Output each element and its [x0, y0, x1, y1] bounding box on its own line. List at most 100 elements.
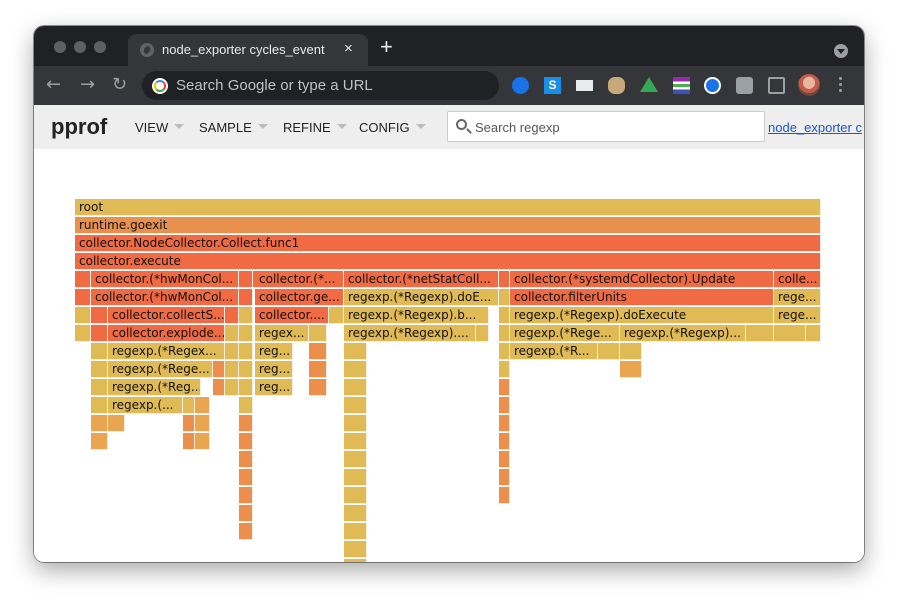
flame-frame[interactable]: root — [75, 199, 821, 216]
flame-frame[interactable] — [499, 433, 510, 450]
flame-frame[interactable] — [213, 379, 225, 396]
flame-frame[interactable] — [344, 433, 367, 450]
flame-frame[interactable] — [309, 325, 327, 342]
flame-frame[interactable] — [91, 379, 108, 396]
flame-frame[interactable]: regexp.(*Regexp)... — [620, 325, 746, 342]
flame-frame[interactable] — [476, 325, 489, 342]
google-drive-icon[interactable] — [640, 77, 658, 92]
profile-title-link[interactable]: node_exporter c — [768, 120, 862, 135]
flame-frame[interactable] — [499, 307, 510, 324]
flame-frame[interactable]: regexp.(*Reg... — [108, 379, 201, 396]
flame-frame[interactable] — [239, 307, 253, 324]
flame-frame[interactable]: reg... — [255, 361, 293, 378]
flame-frame[interactable]: regexp.(*Regex... — [108, 343, 225, 360]
flame-frame[interactable]: collector.(*hwMonCol... — [91, 271, 239, 288]
close-tab-icon[interactable]: × — [344, 40, 353, 57]
flame-frame[interactable] — [806, 325, 821, 342]
reload-button[interactable]: ↻ — [112, 75, 127, 95]
flame-frame[interactable] — [344, 361, 367, 378]
flame-frame[interactable]: collector.(*... — [255, 271, 344, 288]
flame-frame[interactable] — [239, 523, 253, 540]
flame-frame[interactable] — [499, 325, 510, 342]
flame-frame[interactable] — [91, 343, 108, 360]
flame-frame[interactable] — [75, 325, 91, 342]
mask-extension-icon[interactable] — [608, 77, 625, 94]
flame-frame[interactable]: regexp.(*Regexp).doE... — [344, 289, 499, 306]
flame-frame[interactable]: regexp.(*Regexp).doExecute — [510, 307, 774, 324]
flame-frame[interactable] — [239, 379, 253, 396]
flame-frame[interactable] — [499, 379, 510, 396]
flame-frame[interactable]: reg... — [255, 379, 293, 396]
flame-frame[interactable] — [183, 433, 195, 450]
flame-frame[interactable] — [75, 289, 91, 306]
flame-frame[interactable] — [183, 397, 195, 414]
pprof-logo[interactable]: pprof — [51, 114, 107, 140]
menu-sample[interactable]: SAMPLE — [199, 120, 268, 135]
flame-frame[interactable] — [499, 361, 510, 378]
flame-frame[interactable]: collector.execute — [75, 253, 821, 270]
flame-frame[interactable]: colle... — [774, 271, 821, 288]
flame-frame[interactable] — [309, 361, 327, 378]
puzzle-extensions-icon[interactable] — [736, 77, 753, 94]
flame-frame[interactable] — [225, 307, 239, 324]
flame-frame[interactable] — [499, 397, 510, 414]
flame-frame[interactable] — [344, 451, 367, 468]
tab-search-icon[interactable] — [834, 44, 848, 58]
flame-frame[interactable] — [344, 487, 367, 504]
flame-frame[interactable] — [620, 343, 642, 360]
flame-frame[interactable] — [329, 307, 344, 324]
new-tab-button[interactable]: + — [380, 36, 393, 58]
flame-frame[interactable]: collector.(*systemdCollector).Update — [510, 271, 774, 288]
flame-frame[interactable] — [91, 397, 108, 414]
flame-frame[interactable] — [620, 361, 642, 378]
ticket-extension-icon[interactable] — [576, 80, 593, 91]
barcode-extension-icon[interactable] — [673, 77, 690, 94]
flame-frame[interactable]: rege... — [774, 289, 821, 306]
flame-frame[interactable] — [91, 415, 108, 432]
flame-frame[interactable] — [344, 559, 367, 562]
profile-avatar[interactable] — [798, 74, 820, 96]
flame-frame[interactable]: regexp.(... — [108, 397, 183, 414]
flame-frame[interactable] — [75, 307, 91, 324]
flame-frame[interactable]: regexp.(*Regexp).b... — [344, 307, 489, 324]
flame-frame[interactable] — [195, 397, 210, 414]
flame-frame[interactable] — [239, 361, 253, 378]
flame-frame[interactable] — [344, 415, 367, 432]
flame-frame[interactable]: reg... — [255, 343, 293, 360]
flame-frame[interactable] — [344, 505, 367, 522]
maximize-window-button[interactable] — [94, 41, 106, 53]
password-lock-extension-icon[interactable] — [704, 77, 721, 94]
flame-frame[interactable] — [91, 361, 108, 378]
cast-icon[interactable] — [768, 77, 785, 94]
search-input[interactable] — [475, 117, 755, 137]
flame-frame[interactable]: collector.(*netStatColl... — [344, 271, 499, 288]
address-bar[interactable]: Search Google or type a URL — [142, 71, 499, 100]
flame-frame[interactable]: collector.filterUnits — [510, 289, 774, 306]
menu-config[interactable]: CONFIG — [359, 120, 426, 135]
flame-frame[interactable] — [239, 343, 253, 360]
flame-frame[interactable]: collector.collectS... — [108, 307, 225, 324]
flame-frame[interactable] — [239, 487, 253, 504]
flame-frame[interactable] — [499, 487, 510, 504]
flame-frame[interactable] — [309, 343, 327, 360]
flame-frame[interactable]: regexp.(*R... — [510, 343, 598, 360]
flame-frame[interactable] — [499, 451, 510, 468]
flame-frame[interactable] — [344, 343, 367, 360]
flame-frame[interactable] — [344, 397, 367, 414]
flame-frame[interactable] — [499, 343, 510, 360]
forward-button[interactable]: → — [80, 75, 95, 95]
flame-frame[interactable] — [239, 451, 253, 468]
flame-frame[interactable] — [108, 415, 125, 432]
flame-frame[interactable] — [239, 289, 253, 306]
flame-frame[interactable] — [91, 307, 108, 324]
flame-frame[interactable] — [309, 379, 327, 396]
flame-frame[interactable]: rege... — [774, 307, 821, 324]
flame-frame[interactable]: regexp.(*Rege... — [108, 361, 213, 378]
flame-frame[interactable]: regexp.(*Regexp).... — [344, 325, 476, 342]
flame-frame[interactable] — [213, 361, 225, 378]
flame-frame[interactable]: collector.... — [255, 307, 329, 324]
flame-frame[interactable] — [75, 271, 91, 288]
menu-refine[interactable]: REFINE — [283, 120, 347, 135]
flame-frame[interactable] — [183, 415, 195, 432]
flame-frame[interactable] — [344, 469, 367, 486]
